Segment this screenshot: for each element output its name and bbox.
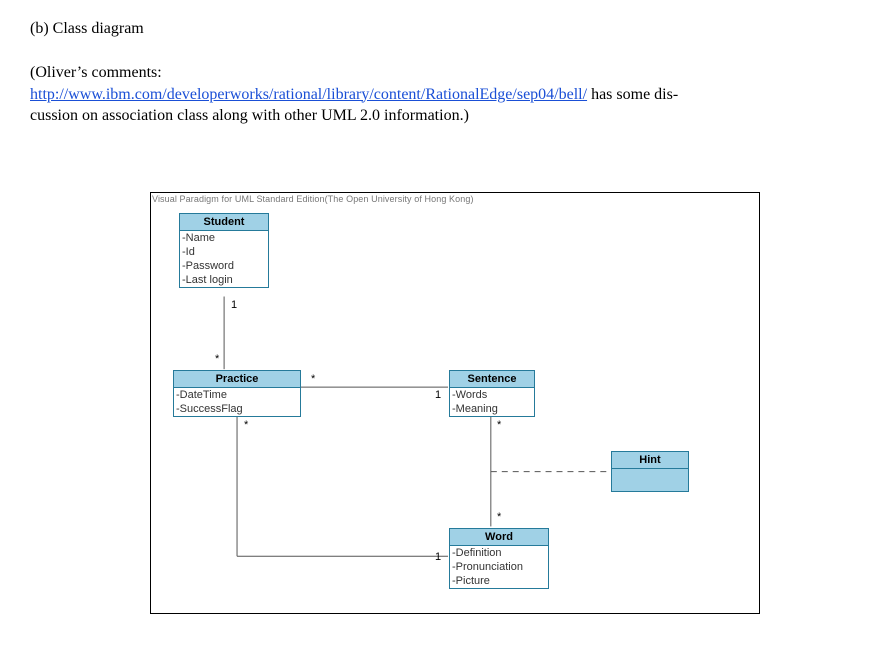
mult-practice-bottom-star: * (244, 419, 248, 431)
class-hint-title: Hint (612, 452, 688, 469)
class-student: Student -Name -Id -Password -Last login (179, 213, 269, 288)
class-sentence-title: Sentence (450, 371, 534, 388)
attr: -SuccessFlag (174, 402, 300, 416)
attr: -Picture (450, 574, 548, 588)
comment-block: (Oliver’s comments: http://www.ibm.com/d… (30, 62, 840, 127)
attr: -DateTime (174, 388, 300, 402)
class-sentence: Sentence -Words -Meaning (449, 370, 535, 417)
attr: -Last login (180, 273, 268, 287)
attr: -Name (180, 231, 268, 245)
mult-student-bottom: 1 (231, 299, 237, 311)
class-student-title: Student (180, 214, 268, 231)
attr: -Words (450, 388, 534, 402)
comment-line3: cussion on association class along with … (30, 105, 840, 127)
mult-sentence-left-one: 1 (435, 389, 441, 401)
comment-line2: http://www.ibm.com/developerworks/ration… (30, 84, 840, 106)
class-practice-title: Practice (174, 371, 300, 388)
class-practice: Practice -DateTime -SuccessFlag (173, 370, 301, 417)
attr: -Id (180, 245, 268, 259)
attr: -Pronunciation (450, 560, 548, 574)
class-hint: Hint (611, 451, 689, 492)
tool-watermark: Visual Paradigm for UML Standard Edition… (152, 194, 474, 204)
attr: -Meaning (450, 402, 534, 416)
class-word: Word -Definition -Pronunciation -Picture (449, 528, 549, 589)
attr: -Definition (450, 546, 548, 560)
comment-after-link: has some dis- (587, 86, 678, 103)
mult-word-top-star: * (497, 511, 501, 523)
section-heading: (b) Class diagram (30, 20, 840, 38)
mult-word-left-one: 1 (435, 551, 441, 563)
reference-link[interactable]: http://www.ibm.com/developerworks/ration… (30, 86, 587, 103)
class-word-title: Word (450, 529, 548, 546)
mult-sentence-bottom-star: * (497, 419, 501, 431)
attr: -Password (180, 259, 268, 273)
uml-diagram: Visual Paradigm for UML Standard Edition… (150, 192, 760, 614)
class-hint-body (612, 469, 688, 491)
mult-practice-top: * (215, 353, 219, 365)
comment-line1: (Oliver’s comments: (30, 62, 840, 84)
mult-practice-right-star: * (311, 373, 315, 385)
